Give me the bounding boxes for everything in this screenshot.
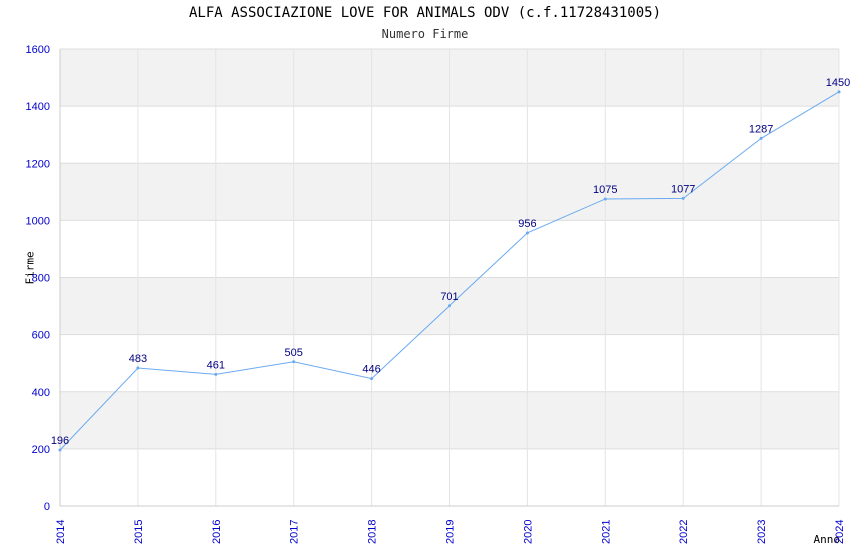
- data-point: [448, 304, 451, 308]
- x-tick-labels: 2014 2015 2016 2017 2018 2019 2020 2021 2022 2023…: [55, 520, 846, 544]
- x-tick-label: 2021: [600, 520, 612, 544]
- y-tick-label: 1400: [26, 101, 50, 113]
- x-tick-label: 2024: [834, 520, 846, 544]
- x-tick-label: 2023: [756, 520, 768, 544]
- data-point: [681, 196, 685, 200]
- data-point: [214, 372, 218, 376]
- data-label: 483: [129, 353, 147, 365]
- data-label: 505: [285, 347, 303, 359]
- data-point: [58, 448, 62, 452]
- line-chart: 02004006008001000120014001600 2014 2015 20…: [26, 44, 850, 544]
- y-tick-label: 0: [44, 501, 50, 513]
- x-tick-label: 2019: [445, 520, 457, 544]
- data-label: 461: [207, 359, 225, 371]
- data-label: 956: [518, 218, 536, 230]
- y-tick-label: 600: [32, 330, 50, 342]
- x-tick-label: 2018: [367, 520, 379, 544]
- data-point: [370, 377, 374, 381]
- y-tick-label: 1600: [26, 44, 50, 56]
- data-point: [837, 90, 841, 94]
- data-point: [759, 136, 763, 140]
- y-tick-label: 800: [32, 273, 50, 285]
- y-tick-label: 200: [32, 444, 50, 456]
- data-point: [136, 366, 140, 370]
- x-tick-label: 2017: [289, 520, 301, 544]
- data-label: 1077: [671, 183, 695, 195]
- data-point: [603, 197, 607, 201]
- x-tick-label: 2022: [678, 520, 690, 544]
- x-tick-label: 2020: [522, 520, 534, 544]
- data-label: 446: [362, 364, 380, 376]
- x-tick-label: 2014: [55, 520, 67, 544]
- data-label: 1075: [593, 184, 617, 196]
- data-point: [525, 231, 529, 235]
- data-label: 1287: [749, 123, 773, 135]
- x-tick-label: 2016: [211, 520, 223, 544]
- y-tick-label: 400: [32, 387, 50, 399]
- data-label: 701: [440, 291, 458, 303]
- x-tick-label: 2015: [133, 520, 145, 544]
- data-label: 1450: [826, 77, 850, 89]
- data-label: 196: [51, 435, 69, 447]
- y-tick-label: 1000: [26, 215, 50, 227]
- data-point: [292, 360, 296, 364]
- y-tick-label: 1200: [26, 158, 50, 170]
- y-tick-labels: 0 200 400 600 800 1000 1200 1400 1600: [26, 44, 50, 513]
